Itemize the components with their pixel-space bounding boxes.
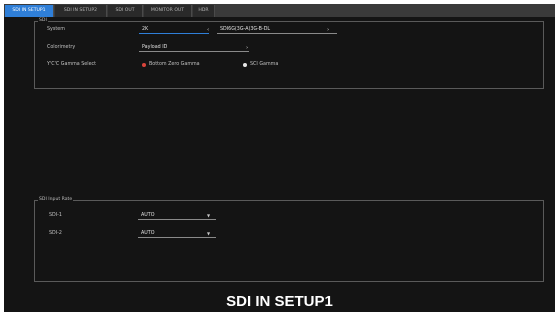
tab-monitor-out[interactable]: MONITOR OUT: [144, 5, 192, 17]
sdi-group-title: SDI: [38, 18, 48, 24]
colorimetry-label: Colorimetry: [47, 45, 76, 50]
tab-hdr[interactable]: HDR: [193, 5, 215, 17]
sdi-2-rate-dropdown[interactable]: AUTO: [138, 230, 216, 238]
sdi-2-chevron-down-icon[interactable]: ▼: [207, 230, 210, 237]
sdi-input-rate-title: SDI Input Rate: [38, 197, 74, 203]
system-label: System: [47, 27, 65, 32]
monitor-screen: SDI IN SETUP1 SDI IN SETUP2 SDI OUT MONI…: [4, 4, 555, 312]
system-interface-field[interactable]: SDI6G(3G-A)3G-B-DL: [217, 26, 337, 34]
sci-gamma-label[interactable]: SCI Gamma: [250, 62, 278, 68]
colorimetry-right-arrow-icon[interactable]: ›: [246, 44, 248, 52]
caption-bar: SDI IN SETUP1: [4, 290, 555, 312]
sci-gamma-radio-icon[interactable]: [243, 63, 247, 67]
sdi-1-chevron-down-icon[interactable]: ▼: [207, 212, 210, 219]
sdi-1-rate-dropdown[interactable]: AUTO: [138, 212, 216, 220]
sdi-2-label: SDI-2: [49, 231, 62, 236]
tab-sdi-in-setup2[interactable]: SDI IN SETUP2: [55, 5, 107, 17]
tab-sdi-out[interactable]: SDI OUT: [108, 5, 143, 17]
system-right-arrow-icon[interactable]: ›: [327, 26, 329, 34]
sdi-input-rate-group: [34, 200, 544, 282]
sdi-1-label: SDI-1: [49, 213, 62, 218]
system-format-field[interactable]: 2K: [139, 26, 209, 34]
bottom-zero-gamma-label[interactable]: Bottom Zero Gamma: [149, 62, 200, 68]
tab-bar: SDI IN SETUP1 SDI IN SETUP2 SDI OUT MONI…: [4, 4, 555, 17]
tab-sdi-in-setup1[interactable]: SDI IN SETUP1: [5, 5, 54, 17]
caption-title: SDI IN SETUP1: [226, 293, 333, 310]
bottom-zero-gamma-radio-icon[interactable]: [142, 63, 146, 67]
colorimetry-field[interactable]: Payload ID: [139, 44, 249, 52]
ycc-gamma-select-label: Y'C'C Gamma Select: [47, 62, 97, 67]
system-left-arrow-icon[interactable]: ‹: [207, 26, 209, 34]
